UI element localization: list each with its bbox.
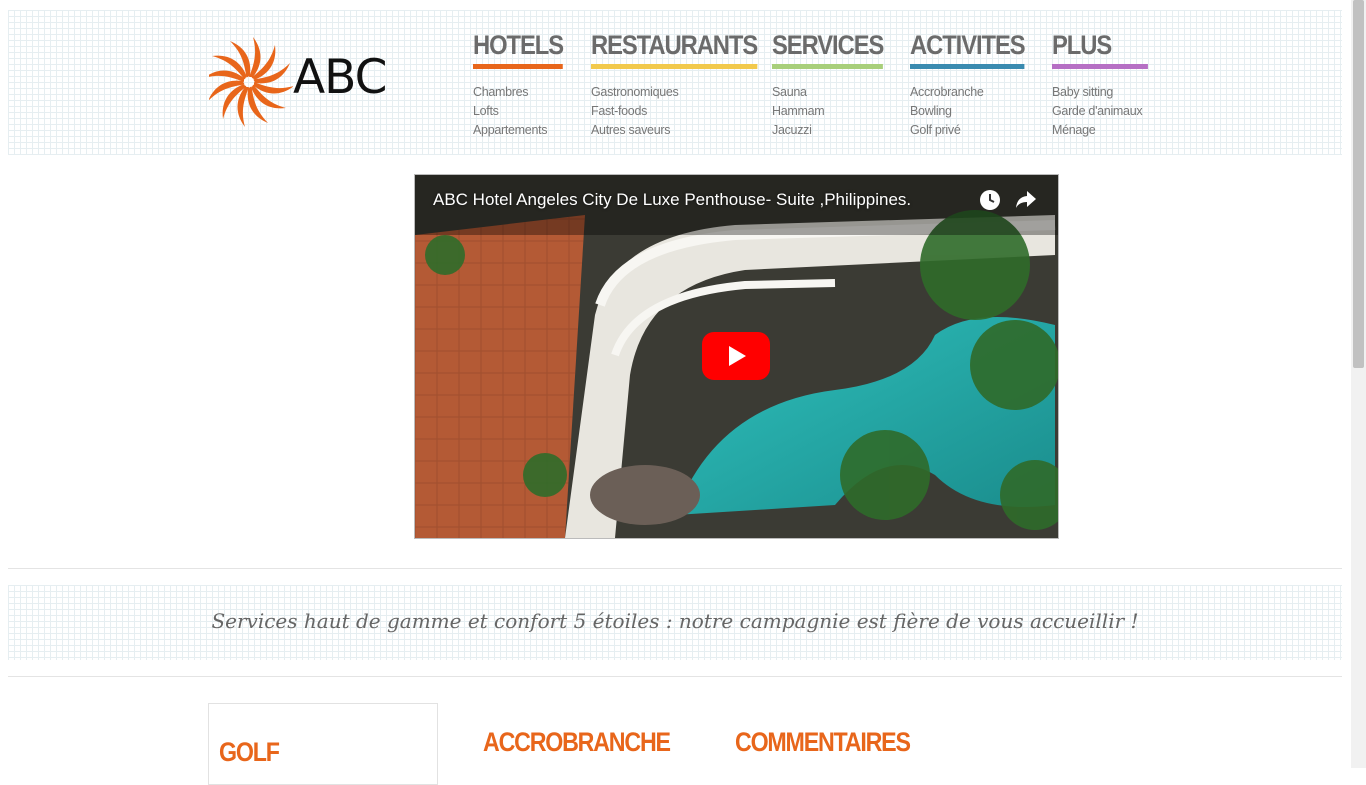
nav-link-hammam[interactable]: Hammam bbox=[772, 102, 898, 121]
nav-heading-plus[interactable]: PLUS bbox=[1052, 30, 1149, 69]
divider bbox=[8, 676, 1342, 677]
watch-later-icon[interactable] bbox=[979, 189, 1001, 211]
nav-link-gastronomiques[interactable]: Gastronomiques bbox=[591, 83, 780, 102]
nav-link-autres-saveurs[interactable]: Autres saveurs bbox=[591, 121, 780, 140]
logo-text: ABC bbox=[293, 50, 387, 105]
section-title-commentaires: COMMENTAIRES bbox=[735, 727, 911, 757]
nav-link-lofts[interactable]: Lofts bbox=[473, 102, 575, 121]
nav-link-fast-foods[interactable]: Fast-foods bbox=[591, 102, 780, 121]
nav-link-garde-animaux[interactable]: Garde d'animaux bbox=[1052, 102, 1161, 121]
nav-link-baby-sitting[interactable]: Baby sitting bbox=[1052, 83, 1161, 102]
section-title-golf: GOLF bbox=[219, 737, 280, 767]
divider bbox=[8, 568, 1342, 569]
nav-heading-activites[interactable]: ACTIVITES bbox=[910, 30, 1026, 69]
sunburst-logo-icon bbox=[209, 37, 293, 127]
nav-heading-hotels[interactable]: HOTELS bbox=[473, 30, 564, 69]
nav-link-accrobranche[interactable]: Accrobranche bbox=[910, 83, 1040, 102]
video-title[interactable]: ABC Hotel Angeles City De Luxe Penthouse… bbox=[433, 190, 911, 210]
nav-heading-services[interactable]: SERVICES bbox=[772, 30, 884, 69]
nav-link-jacuzzi[interactable]: Jacuzzi bbox=[772, 121, 898, 140]
video-player[interactable]: ABC Hotel Angeles City De Luxe Penthouse… bbox=[414, 174, 1059, 539]
scrollbar-thumb[interactable] bbox=[1353, 0, 1364, 368]
share-icon[interactable] bbox=[1015, 190, 1037, 210]
nav-link-bowling[interactable]: Bowling bbox=[910, 102, 1040, 121]
section-title-accrobranche: ACCROBRANCHE bbox=[483, 727, 671, 757]
nav-link-appartements[interactable]: Appartements bbox=[473, 121, 575, 140]
nav-link-golf-prive[interactable]: Golf privé bbox=[910, 121, 1040, 140]
logo[interactable]: ABC bbox=[209, 36, 387, 128]
nav-services: SERVICES Sauna Hammam Jacuzzi bbox=[772, 30, 898, 140]
tagline: Services haut de gamme et confort 5 étoi… bbox=[211, 609, 1139, 633]
nav-link-chambres[interactable]: Chambres bbox=[473, 83, 575, 102]
nav-heading-restaurants[interactable]: RESTAURANTS bbox=[591, 30, 758, 69]
tagline-band: Services haut de gamme et confort 5 étoi… bbox=[8, 585, 1342, 660]
nav-activites: ACTIVITES Accrobranche Bowling Golf priv… bbox=[910, 30, 1040, 140]
nav-hotels: HOTELS Chambres Lofts Appartements bbox=[473, 30, 575, 140]
nav-restaurants: RESTAURANTS Gastronomiques Fast-foods Au… bbox=[591, 30, 780, 140]
play-icon[interactable] bbox=[702, 332, 770, 380]
nav-link-menage[interactable]: Ménage bbox=[1052, 121, 1161, 140]
nav-link-sauna[interactable]: Sauna bbox=[772, 83, 898, 102]
nav-plus: PLUS Baby sitting Garde d'animaux Ménage bbox=[1052, 30, 1161, 140]
